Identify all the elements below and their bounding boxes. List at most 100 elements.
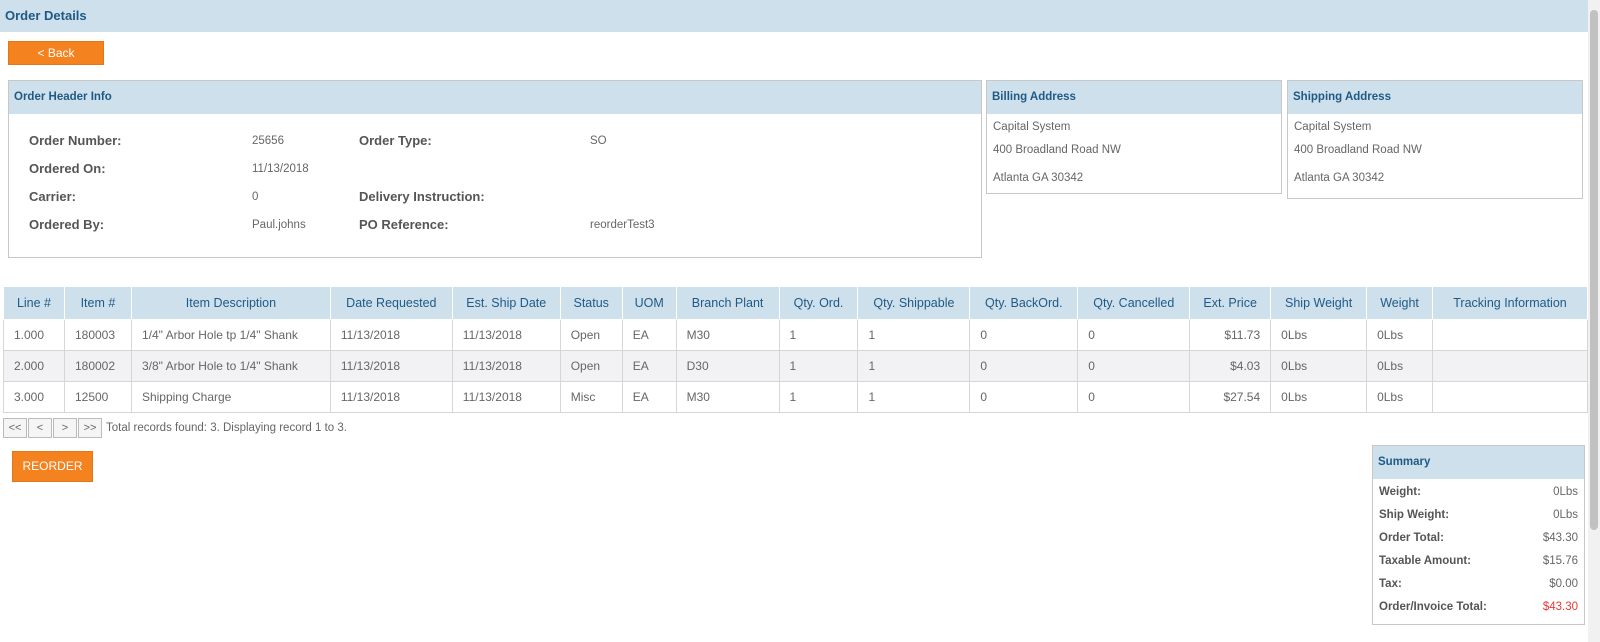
- column-header[interactable]: Item Description: [130, 286, 331, 320]
- summary-weight-label: Weight:: [1379, 486, 1421, 498]
- table-cell: 180003: [63, 319, 132, 351]
- column-header[interactable]: Status: [559, 286, 623, 320]
- table-cell: 11/13/2018: [451, 350, 561, 382]
- order-number-value: 25656: [252, 135, 284, 147]
- table-cell: 11/13/2018: [451, 381, 561, 413]
- po-reference-label: PO Reference:: [359, 217, 449, 232]
- table-cell: 1: [778, 350, 859, 382]
- table-cell: 2.000: [3, 350, 65, 382]
- table-cell: $4.03: [1189, 350, 1272, 382]
- po-reference-value: reorderTest3: [590, 219, 655, 231]
- table-cell: [1432, 381, 1588, 413]
- column-header[interactable]: Item #: [63, 286, 132, 320]
- carrier-label: Carrier:: [29, 189, 76, 204]
- table-cell: 1: [778, 319, 859, 351]
- summary-taxable-label: Taxable Amount:: [1379, 555, 1472, 567]
- pager: << < > >> Total records found: 3. Displa…: [3, 418, 347, 438]
- table-cell: 0: [969, 319, 1079, 351]
- column-header[interactable]: Branch Plant: [675, 286, 780, 320]
- order-type-label: Order Type:: [359, 133, 432, 148]
- table-row: 1.000 180003 1/4" Arbor Hole tp 1/4" Sha…: [3, 319, 1588, 351]
- column-header[interactable]: Qty. Cancelled: [1077, 286, 1191, 320]
- page-scrollbar[interactable]: [1588, 0, 1600, 642]
- last-page-button[interactable]: >>: [78, 418, 102, 438]
- billing-name: Capital System: [993, 121, 1071, 133]
- order-type-value: SO: [590, 135, 607, 147]
- ordered-on-label: Ordered On:: [29, 161, 106, 176]
- table-cell: 1: [857, 381, 971, 413]
- column-header[interactable]: Ship Weight: [1270, 286, 1368, 320]
- summary-invoice-total-label: Order/Invoice Total:: [1379, 601, 1487, 613]
- table-cell: 0: [1077, 381, 1191, 413]
- table-cell: 1.000: [3, 319, 65, 351]
- table-cell: D30: [675, 350, 780, 382]
- reorder-button[interactable]: REORDER: [12, 451, 93, 482]
- table-cell: M30: [675, 319, 780, 351]
- table-cell: 11/13/2018: [329, 319, 453, 351]
- table-cell: Shipping Charge: [130, 381, 331, 413]
- delivery-instruction-label: Delivery Instruction:: [359, 189, 485, 204]
- table-cell: 11/13/2018: [329, 350, 453, 382]
- summary-order-total-value: $43.30: [1542, 532, 1578, 544]
- table-cell: 180002: [63, 350, 132, 382]
- table-cell: EA: [621, 381, 677, 413]
- table-row: 2.000 180002 3/8" Arbor Hole to 1/4" Sha…: [3, 350, 1588, 382]
- table-cell: $11.73: [1189, 319, 1272, 351]
- column-header[interactable]: Line #: [3, 286, 65, 320]
- summary-weight-value: 0Lbs: [1553, 486, 1578, 498]
- table-header-row: Line # Item # Item Description Date Requ…: [3, 286, 1588, 320]
- pager-status: Total records found: 3. Displaying recor…: [106, 422, 347, 434]
- shipping-city: Atlanta GA 30342: [1294, 172, 1385, 184]
- table-cell: [1432, 350, 1588, 382]
- ordered-by-label: Ordered By:: [29, 217, 105, 232]
- table-cell: 0Lbs: [1366, 350, 1433, 382]
- carrier-value: 0: [252, 191, 259, 203]
- table-cell: EA: [621, 319, 677, 351]
- next-page-button[interactable]: >: [53, 418, 77, 438]
- summary-invoice-total-value: $43.30: [1542, 601, 1578, 613]
- summary-title: Summary: [1373, 446, 1584, 479]
- table-cell: M30: [675, 381, 780, 413]
- table-cell: 1/4" Arbor Hole tp 1/4" Shank: [130, 319, 331, 351]
- table-cell: 11/13/2018: [329, 381, 453, 413]
- first-page-button[interactable]: <<: [3, 418, 27, 438]
- table-cell: 0Lbs: [1366, 319, 1433, 351]
- table-cell: 0: [969, 350, 1079, 382]
- table-cell: 0Lbs: [1270, 350, 1368, 382]
- table-cell: [1432, 319, 1588, 351]
- column-header[interactable]: Weight: [1366, 286, 1433, 320]
- table-cell: 3.000: [3, 381, 65, 413]
- back-button[interactable]: < Back: [8, 41, 104, 65]
- table-cell: 0Lbs: [1270, 381, 1368, 413]
- billing-city: Atlanta GA 30342: [993, 172, 1084, 184]
- shipping-street: 400 Broadland Road NW: [1294, 144, 1422, 156]
- summary-ship-weight-row: Ship Weight: 0Lbs: [1379, 509, 1578, 525]
- shipping-name: Capital System: [1294, 121, 1372, 133]
- column-header[interactable]: Est. Ship Date: [451, 286, 561, 320]
- order-header-panel: Order Header Info Order Number: 25656 Or…: [8, 80, 982, 258]
- column-header[interactable]: Ext. Price: [1189, 286, 1272, 320]
- prev-page-button[interactable]: <: [28, 418, 52, 438]
- summary-taxable-value: $15.76: [1542, 555, 1578, 567]
- summary-ship-weight-label: Ship Weight:: [1379, 509, 1450, 521]
- scrollbar-thumb[interactable]: [1590, 10, 1598, 530]
- table-cell: 1: [857, 350, 971, 382]
- column-header[interactable]: Qty. Shippable: [857, 286, 971, 320]
- table-cell: 3/8" Arbor Hole to 1/4" Shank: [130, 350, 331, 382]
- column-header[interactable]: Qty. BackOrd.: [969, 286, 1079, 320]
- order-header-title: Order Header Info: [9, 81, 981, 114]
- table-cell: 0Lbs: [1270, 319, 1368, 351]
- table-cell: Misc: [559, 381, 623, 413]
- ordered-by-value: Paul.johns: [252, 219, 306, 231]
- table-cell: EA: [621, 350, 677, 382]
- column-header[interactable]: Tracking Information: [1432, 286, 1588, 320]
- summary-tax-value: $0.00: [1549, 578, 1578, 590]
- column-header[interactable]: Qty. Ord.: [778, 286, 859, 320]
- table-cell: 1: [778, 381, 859, 413]
- column-header[interactable]: UOM: [621, 286, 677, 320]
- table-cell: Open: [559, 319, 623, 351]
- summary-order-total-label: Order Total:: [1379, 532, 1444, 544]
- table-cell: 11/13/2018: [451, 319, 561, 351]
- column-header[interactable]: Date Requested: [329, 286, 453, 320]
- shipping-address-panel: Shipping Address Capital System 400 Broa…: [1287, 80, 1583, 199]
